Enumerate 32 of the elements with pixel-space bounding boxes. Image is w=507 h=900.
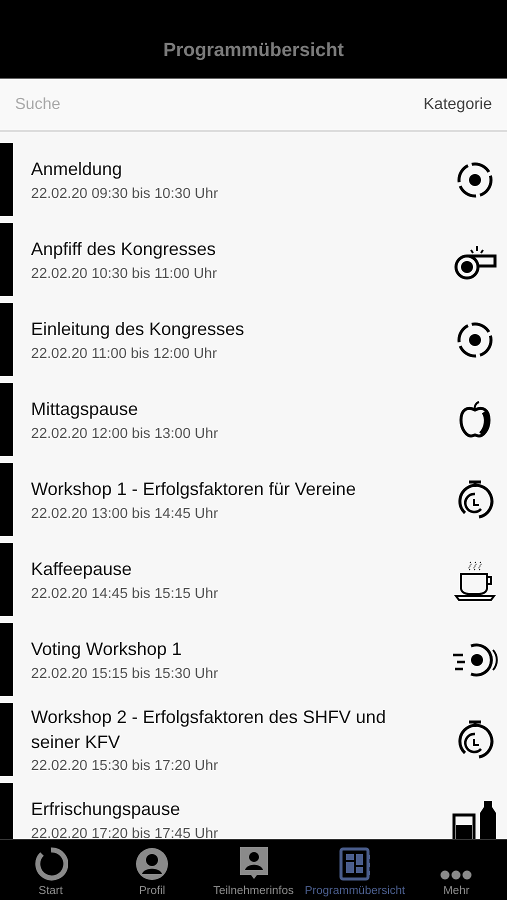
event-time: 22.02.20 10:30 bis 11:00 Uhr — [31, 266, 218, 282]
program-book-icon — [338, 847, 372, 881]
tab[interactable]: Profil — [101, 840, 203, 900]
event-title: Anmeldung — [31, 158, 124, 182]
event-time: 22.02.20 17:20 bis 17:45 Uhr — [31, 826, 220, 839]
tab[interactable]: Start — [0, 840, 102, 900]
event-title: Einleitung des Kongresses — [31, 318, 246, 342]
event-time: 22.02.20 14:45 bis 15:15 Uhr — [31, 586, 220, 602]
event-time: 22.02.20 12:00 bis 13:00 Uhr — [31, 426, 220, 442]
event-time: 22.02.20 11:00 bis 12:00 Uhr — [31, 346, 218, 362]
ring-icon — [34, 847, 68, 881]
event-time: 22.02.20 13:00 bis 14:45 Uhr — [31, 506, 220, 522]
screen-title: Programmübersicht — [163, 40, 344, 62]
ball-icon — [455, 320, 495, 360]
tab[interactable]: Mehr — [406, 840, 507, 900]
person-badge-icon — [238, 845, 270, 881]
event-title: Mittagspause — [31, 398, 140, 422]
search-field[interactable]: Suche — [15, 96, 215, 114]
ball-icon — [455, 160, 495, 200]
event-title: Kaffeepause — [31, 558, 133, 582]
event-title: Workshop 2 - Erfolgsfaktoren des SHFV und seiner KFV — [31, 706, 387, 754]
profile-icon — [135, 847, 170, 881]
event-time: 22.02.20 09:30 bis 10:30 Uhr — [31, 186, 220, 202]
event-time: 22.02.20 15:15 bis 15:30 Uhr — [31, 666, 220, 682]
more-icon — [439, 869, 474, 881]
event-title: Workshop 1 - Erfolgsfaktoren für Vereine — [31, 478, 357, 502]
event-title: Voting Workshop 1 — [31, 638, 183, 662]
category-filter[interactable]: Kategorie — [424, 96, 492, 114]
event-time: 22.02.20 15:30 bis 17:20 Uhr — [31, 758, 220, 774]
event-title: Erfrischungspause — [31, 798, 182, 822]
tab[interactable]: Teilnehmerinfos — [202, 840, 304, 900]
event-title: Anpfiff des Kongresses — [31, 238, 217, 262]
